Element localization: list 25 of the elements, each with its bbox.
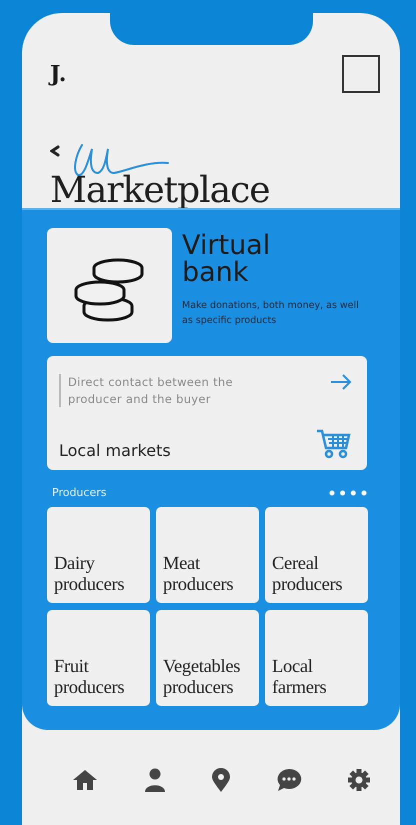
settings-icon[interactable] <box>348 768 370 790</box>
section-heading: Producers <box>52 486 106 499</box>
local-markets-description: Direct contact between the producer and the buyer <box>59 374 278 408</box>
user-icon[interactable] <box>144 768 166 792</box>
back-chevron-icon[interactable] <box>50 145 60 157</box>
producer-tile[interactable]: Meat producers <box>156 507 259 603</box>
producer-tile[interactable]: Vegetables producers <box>156 610 259 706</box>
chat-bubble-icon[interactable] <box>276 768 302 792</box>
square-icon[interactable] <box>342 55 380 93</box>
local-markets-title: Local markets <box>59 441 171 460</box>
producer-tile[interactable]: Fruit producers <box>47 610 150 706</box>
cart-icon <box>316 428 352 460</box>
home-icon[interactable] <box>72 768 98 790</box>
page-title: Marketplace <box>50 171 271 211</box>
local-markets-card[interactable]: Direct contact between the producer and the buyer Local markets <box>47 356 367 470</box>
virtual-bank-description: Make donations, both money, as well as specific products <box>182 299 360 328</box>
more-dots-icon[interactable] <box>329 490 367 496</box>
producer-tile[interactable]: Dairy producers <box>47 507 150 603</box>
producer-tile[interactable]: Cereal producers <box>265 507 368 603</box>
virtual-bank-title: Virtual bank <box>182 232 272 286</box>
arrow-right-icon[interactable] <box>330 374 352 390</box>
producer-tile[interactable]: Local farmers <box>265 610 368 706</box>
app-logo: J. <box>50 61 66 87</box>
location-pin-icon[interactable] <box>212 768 230 792</box>
coins-card[interactable] <box>47 228 172 343</box>
